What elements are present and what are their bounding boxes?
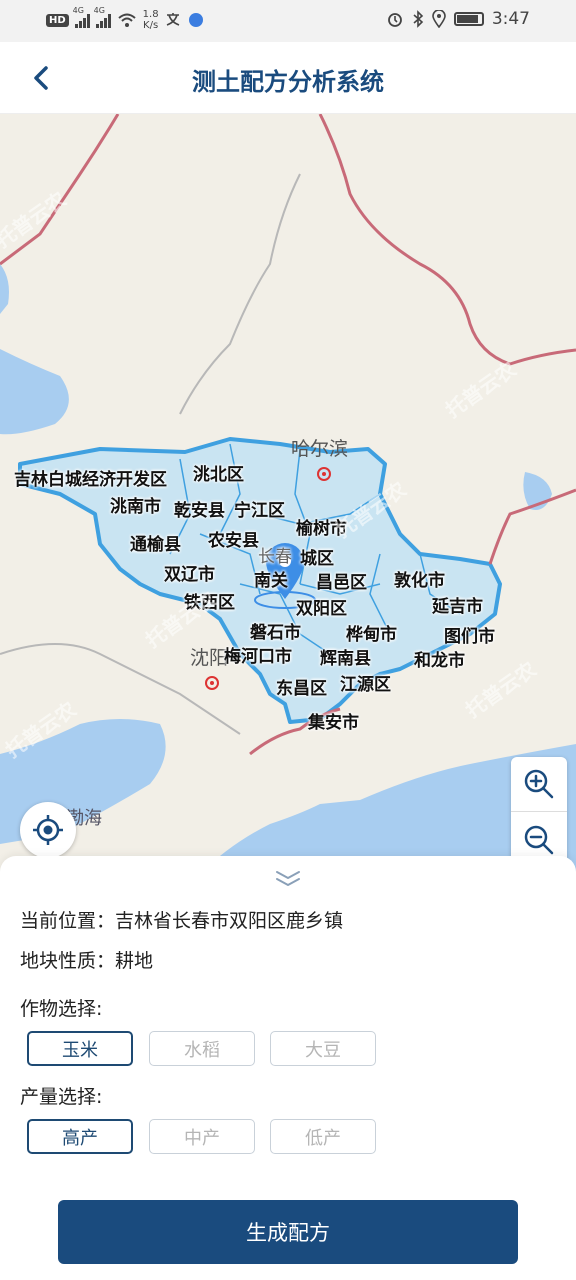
translate-icon (166, 13, 179, 26)
locate-button[interactable] (20, 802, 76, 858)
land-type: 地块性质：耕地 (20, 950, 154, 972)
double-chevron-down-icon (276, 871, 300, 886)
current-location: 当前位置：吉林省长春市双阳区鹿乡镇 (20, 910, 344, 932)
city-label: 哈尔滨 (291, 438, 349, 460)
district-label: 乾安县 (174, 501, 225, 521)
lake (0, 349, 69, 435)
zoom-in-button[interactable] (511, 757, 567, 812)
district-label: 农安县 (208, 531, 259, 551)
district-label: 洮南市 (110, 497, 161, 517)
yield-option-medium[interactable]: 中产 (149, 1119, 255, 1154)
district-label: 江源区 (340, 675, 391, 695)
alarm-icon (387, 13, 402, 27)
network-speed: 1.8 K/s (142, 9, 159, 31)
yield-option-low[interactable]: 低产 (270, 1119, 376, 1154)
status-bar: HD 4G 4G 1.8 K/s 3:47 (0, 0, 576, 42)
zoom-out-icon (524, 825, 554, 854)
zoom-in-icon (524, 769, 554, 799)
district-label: 辉南县 (320, 649, 371, 669)
district-label: 和龙市 (414, 651, 465, 671)
district-label: 双辽市 (164, 565, 215, 585)
crop-option-rice[interactable]: 水稻 (149, 1031, 255, 1066)
app-header: 测土配方分析系统 (0, 42, 576, 114)
district-label: 通榆县 (130, 535, 181, 555)
district-label: 图们市 (444, 627, 495, 647)
yield-option-high[interactable]: 高产 (27, 1119, 133, 1154)
district-label: 敦化市 (394, 571, 445, 591)
generate-formula-button[interactable]: 生成配方 (58, 1200, 518, 1264)
district-label: 磐石市 (250, 623, 301, 643)
district-label: 长春 (258, 547, 292, 567)
zoom-controls (511, 757, 567, 867)
district-label: 吉林白城经济开发区 (14, 470, 167, 490)
map-view[interactable]: 哈尔滨 沈阳 渤海 吉林白城经济开发区 洮北区 洮南市 乾安县 宁江区 通榆县 … (0, 114, 576, 874)
district-label: 东昌区 (276, 679, 327, 699)
lake (0, 264, 9, 314)
city-label: 沈阳 (190, 647, 229, 669)
district-label: 桦甸市 (346, 625, 397, 645)
page-title: 测土配方分析系统 (192, 68, 384, 96)
district-label: 洮北区 (193, 465, 244, 485)
crop-option-soybean[interactable]: 大豆 (270, 1031, 376, 1066)
district-label: 梅河口市 (224, 647, 292, 667)
battery-icon (453, 12, 484, 26)
location-status-icon (432, 10, 446, 28)
border-line (318, 114, 576, 366)
wifi-icon (118, 13, 136, 27)
yield-section-label: 产量选择: (20, 1086, 103, 1108)
cell-signal-icon: 4G (94, 6, 111, 28)
district-label: 宁江区 (234, 501, 285, 521)
crop-section-label: 作物选择: (20, 998, 103, 1020)
district-label: 城区 (300, 549, 334, 569)
district-label: 昌邑区 (316, 573, 367, 593)
clock: 3:47 (491, 9, 530, 29)
district-label: 集安市 (308, 713, 359, 733)
crop-option-corn[interactable]: 玉米 (27, 1031, 133, 1066)
map-canvas (0, 114, 576, 874)
collapse-button[interactable] (270, 868, 306, 890)
hd-badge: HD (46, 13, 69, 27)
bluetooth-icon (413, 10, 423, 28)
district-label: 双阳区 (296, 599, 347, 619)
locate-icon (33, 815, 63, 845)
cell-signal-icon: 4G (73, 6, 90, 28)
browser-icon (188, 13, 203, 27)
district-label: 延吉市 (432, 597, 483, 617)
district-label: 南关 (254, 571, 288, 591)
